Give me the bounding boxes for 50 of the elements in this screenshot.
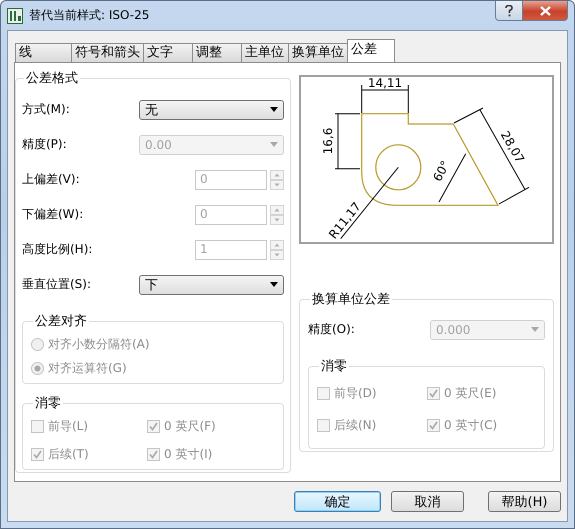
caret-icon [531,327,539,332]
field-label: 垂直位置(S): [22,276,92,293]
field-label: 下偏差(W): [22,206,84,223]
tab[interactable]: 主单位 [241,43,289,62]
spin-buttons[interactable] [270,204,284,224]
group-title: 公差格式 [25,70,79,87]
dimension-label: 16,6 [321,128,335,154]
option-label: 对齐小数分隔符(A) [48,336,150,352]
spin-buttons[interactable] [270,170,284,190]
group-title: 公差对齐 [34,313,88,330]
close-button[interactable] [523,1,568,21]
close-icon [540,6,550,16]
caret-icon [270,282,278,287]
caret-icon [270,142,278,147]
tab[interactable]: 线 [15,43,72,62]
field-label: 高度比例(H): [22,241,92,258]
tab[interactable]: 公差 [347,39,395,62]
field-label: 精度(P): [22,136,67,153]
dialog-button[interactable]: 确定 [294,491,381,512]
dimension-label: 14,11 [368,76,402,90]
tab[interactable]: 换算单位 [288,43,348,62]
dialog-button[interactable]: 帮助(H) [488,491,561,512]
dropdown[interactable]: 无 [139,100,284,120]
field-label: 方式(M): [22,101,70,118]
option-label: 前导(L) [48,418,88,434]
window-title: 替代当前样式: ISO-25 [29,7,150,24]
option-label: 0 英尺(F) [164,418,216,434]
group-title: 换算单位公差 [311,291,391,308]
dimension-label: 60° [430,158,453,184]
option-label: 对齐运算符(G) [48,360,127,376]
group-title: 消零 [320,358,348,375]
option-label: 0 英尺(E) [444,384,496,402]
tab[interactable]: 符号和箭头 [71,43,144,62]
question-icon [505,4,513,16]
help-button[interactable] [495,1,523,21]
tab[interactable]: 调整 [192,43,242,62]
option-label: 后续(N) [334,416,376,434]
dropdown[interactable]: 下 [139,274,284,294]
dialog-button[interactable]: 取消 [391,491,464,512]
field-label: 精度(O): [308,321,355,338]
option-label: 前导(D) [334,384,377,402]
tab[interactable]: 文字 [143,43,193,62]
caret-icon [270,107,278,112]
app-icon [7,8,23,24]
option-label: 0 英寸(I) [164,446,212,462]
group-title: 消零 [34,395,62,412]
option-label: 后续(T) [48,446,89,462]
field-label: 上偏差(V): [22,171,80,188]
spin-buttons[interactable] [270,240,284,260]
option-label: 0 英寸(C) [444,416,498,434]
